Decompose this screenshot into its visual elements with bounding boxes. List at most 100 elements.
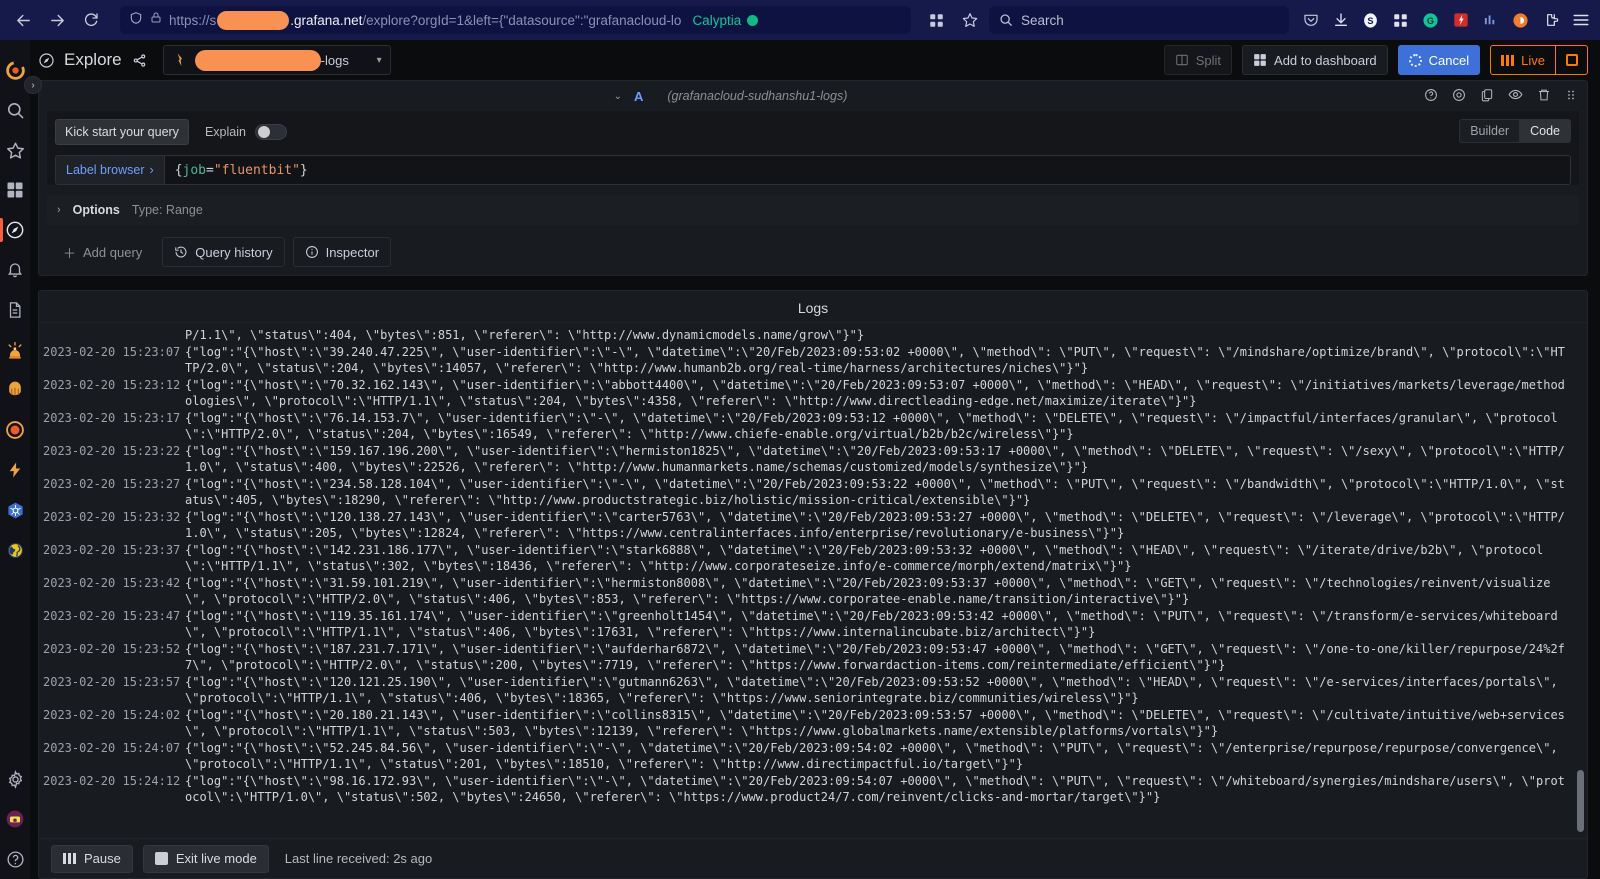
log-timestamp: 2023-02-20 15:23:52 — [43, 641, 181, 656]
copy-icon[interactable] — [1480, 88, 1494, 105]
shield-icon[interactable] — [129, 11, 143, 30]
grammarly-icon[interactable]: G — [1421, 11, 1440, 30]
query-expression-row: Label browser › {job = "fluentbit"} — [55, 155, 1571, 185]
logs-scrollbar[interactable] — [1577, 770, 1584, 832]
siren-icon — [8, 341, 22, 359]
profile-container-label[interactable]: Calyptia — [692, 12, 759, 28]
options-label: Options — [72, 203, 120, 217]
share-icon[interactable] — [132, 53, 147, 68]
menu-icon[interactable] — [1571, 11, 1590, 30]
inspector-button[interactable]: Inspector — [292, 237, 392, 267]
bookmark-star-icon[interactable] — [955, 5, 985, 35]
log-row[interactable]: 2023-02-20 15:23:07 {"log":"{\"host\":\"3… — [39, 344, 1587, 377]
trash-icon[interactable] — [1537, 88, 1551, 105]
query-editor-controls: Kick start your query Explain Builder Co… — [55, 119, 1571, 145]
query-letter[interactable]: A — [634, 89, 643, 104]
sidebar-expand-chevron: › — [31, 79, 35, 91]
lastpass-icon[interactable] — [1451, 11, 1470, 30]
log-row[interactable]: P/1.1\", \"status\":404, \"bytes\":851, … — [39, 327, 1587, 344]
query-history-button[interactable]: Query history — [162, 237, 285, 267]
chevron-down-icon[interactable]: ⌄ — [614, 91, 622, 102]
kick-start-button[interactable]: Kick start your query — [55, 119, 189, 145]
sidebar-item-configuration[interactable] — [0, 759, 30, 799]
label-browser-button[interactable]: Label browser › — [55, 155, 164, 185]
logs-scroll-area[interactable]: P/1.1\", \"status\":404, \"bytes\":851, … — [39, 323, 1587, 838]
log-row[interactable]: 2023-02-20 15:23:37 {"log":"{\"host\":\"1… — [39, 542, 1587, 575]
log-row[interactable]: 2023-02-20 15:23:47 {"log":"{\"host\":\"1… — [39, 608, 1587, 641]
download-icon[interactable] — [1331, 11, 1350, 30]
log-row[interactable]: 2023-02-20 15:23:22 {"log":"{\"host\":\"1… — [39, 443, 1587, 476]
sidebar-item-oncall[interactable] — [0, 330, 30, 370]
log-row[interactable]: 2023-02-20 15:23:27 {"log":"{\"host\":\"2… — [39, 476, 1587, 509]
log-row[interactable]: 2023-02-20 15:23:17 {"log":"{\"host\":\"7… — [39, 410, 1587, 443]
sidebar-item-alerting[interactable] — [0, 250, 30, 290]
apps-extension-icon[interactable] — [1391, 11, 1410, 30]
url-bar[interactable]: https://s .grafana.net/explore?orgId=1&le… — [120, 6, 911, 34]
explain-toggle[interactable] — [254, 124, 287, 140]
main-content: Explore -logs ▾ Split Add to dashboard C… — [30, 40, 1600, 879]
log-timestamp: 2023-02-20 15:23:07 — [43, 344, 181, 359]
chevron-down-icon[interactable]: ▾ — [377, 55, 382, 66]
datasource-picker[interactable]: -logs ▾ — [162, 45, 391, 75]
kubernetes-icon — [7, 502, 23, 518]
reload-icon[interactable] — [76, 5, 106, 35]
sidebar-item-kubernetes[interactable] — [0, 490, 30, 530]
query-options-bar[interactable]: › Options Type: Range — [47, 195, 1579, 225]
log-row[interactable]: 2023-02-20 15:23:52 {"log":"{\"host\":\"1… — [39, 641, 1587, 674]
avatar[interactable] — [0, 799, 30, 839]
extensions-icon[interactable] — [1541, 11, 1560, 30]
split-button[interactable]: Split — [1163, 45, 1233, 75]
log-row[interactable]: 2023-02-20 15:23:42 {"log":"{\"host\":\"3… — [39, 575, 1587, 608]
expr-label-key: job — [182, 162, 206, 178]
exit-live-mode-button[interactable]: Exit live mode — [142, 844, 269, 873]
add-to-dashboard-button[interactable]: Add to dashboard — [1242, 45, 1388, 75]
firefox-container-icon[interactable] — [1511, 11, 1530, 30]
sidebar-item-machine-learning[interactable] — [0, 370, 30, 410]
log-message: {"log":"{\"host\":\"98.16.172.93\", \"us… — [185, 773, 1565, 805]
apps-grid-icon[interactable] — [921, 5, 951, 35]
metrics-icon[interactable] — [1481, 11, 1500, 30]
log-row[interactable]: 2023-02-20 15:23:32 {"log":"{\"host\":\"1… — [39, 509, 1587, 542]
log-row[interactable]: 2023-02-20 15:23:12 {"log":"{\"host\":\"7… — [39, 377, 1587, 410]
log-message: P/1.1\", \"status\":404, \"bytes\":851, … — [185, 328, 865, 342]
cancel-button[interactable]: Cancel — [1397, 45, 1481, 75]
sidebar-item-starred[interactable] — [0, 130, 30, 170]
query-code-input[interactable]: {job = "fluentbit"} — [163, 155, 1571, 185]
browser-extension-icons: S G — [1301, 11, 1592, 30]
add-query-button[interactable]: ＋ Add query — [51, 237, 154, 267]
log-timestamp: 2023-02-20 15:23:12 — [43, 377, 181, 392]
sidebar-item-k6[interactable] — [0, 450, 30, 490]
code-tab[interactable]: Code — [1519, 119, 1571, 143]
live-button[interactable]: Live — [1490, 45, 1556, 75]
sidebar-item-incident[interactable] — [0, 410, 30, 450]
forward-arrow-icon[interactable] — [42, 5, 72, 35]
log-row[interactable]: 2023-02-20 15:24:07 {"log":"{\"host\":\"5… — [39, 740, 1587, 773]
help-circle-icon[interactable] — [1424, 88, 1438, 105]
log-row[interactable]: 2023-02-20 15:24:12 {"log":"{\"host\":\"9… — [39, 773, 1587, 806]
target-icon[interactable] — [1452, 88, 1466, 105]
sidebar-item-help[interactable] — [0, 839, 30, 879]
log-row[interactable]: 2023-02-20 15:23:57 {"log":"{\"host\":\"1… — [39, 674, 1587, 707]
sidebar-item-search[interactable] — [0, 90, 30, 130]
sidebar-expand-button[interactable]: › — [24, 76, 42, 94]
log-row[interactable]: 2023-02-20 15:24:02 {"log":"{\"host\":\"2… — [39, 707, 1587, 740]
log-message: {"log":"{\"host\":\"159.167.196.200\", \… — [185, 443, 1565, 475]
log-timestamp: 2023-02-20 15:24:07 — [43, 740, 181, 755]
drag-handle-icon[interactable] — [1565, 88, 1577, 105]
sidebar-item-synthetic-monitoring[interactable] — [0, 530, 30, 570]
compass-icon — [38, 52, 55, 69]
profile-label-text: Calyptia — [692, 12, 742, 28]
sidebar-item-reporting[interactable] — [0, 290, 30, 330]
expr-brace-close: } — [299, 162, 308, 178]
builder-tab[interactable]: Builder — [1459, 119, 1520, 143]
eye-icon[interactable] — [1508, 87, 1523, 105]
add-to-dashboard-label: Add to dashboard — [1274, 52, 1377, 68]
stripe-icon[interactable]: S — [1361, 11, 1380, 30]
pause-button[interactable]: Pause — [51, 844, 133, 873]
stop-live-button[interactable] — [1556, 45, 1588, 75]
pocket-icon[interactable] — [1301, 11, 1320, 30]
back-arrow-icon[interactable] — [8, 5, 38, 35]
sidebar-item-explore[interactable] — [0, 210, 30, 250]
browser-search-bar[interactable]: Search — [989, 6, 1289, 34]
sidebar-item-dashboards[interactable] — [0, 170, 30, 210]
